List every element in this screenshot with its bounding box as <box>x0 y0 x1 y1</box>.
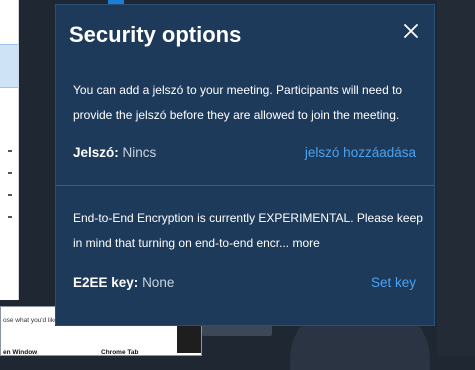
passcode-row: Jelszó: Nincs <box>73 145 156 160</box>
passcode-label: Jelszó: <box>73 145 119 160</box>
set-key-link[interactable]: Set key <box>371 275 416 290</box>
close-button[interactable] <box>399 19 423 43</box>
background-list-markers <box>8 150 14 238</box>
share-option-window[interactable]: en Window <box>3 349 37 355</box>
background-side-panel <box>0 0 19 300</box>
add-passcode-link[interactable]: jelszó hozzáadása <box>305 145 416 160</box>
e2ee-key-value: None <box>142 275 175 290</box>
close-icon <box>404 24 418 38</box>
security-options-dialog: Security options You can add a jelszó to… <box>55 4 435 326</box>
passcode-value: Nincs <box>122 145 157 160</box>
passcode-description: You can add a jelszó to your meeting. Pa… <box>73 83 403 122</box>
e2ee-row: E2EE key: None <box>73 275 174 290</box>
e2ee-key-label: E2EE key: <box>73 275 139 290</box>
background-selected-tab <box>0 44 18 88</box>
e2ee-description: End-to-End Encryption is currently EXPER… <box>73 211 423 250</box>
section-divider <box>56 185 434 186</box>
background-right-strip <box>437 0 475 356</box>
share-option-tab[interactable]: Chrome Tab <box>101 349 138 355</box>
dialog-title: Security options <box>69 22 242 47</box>
